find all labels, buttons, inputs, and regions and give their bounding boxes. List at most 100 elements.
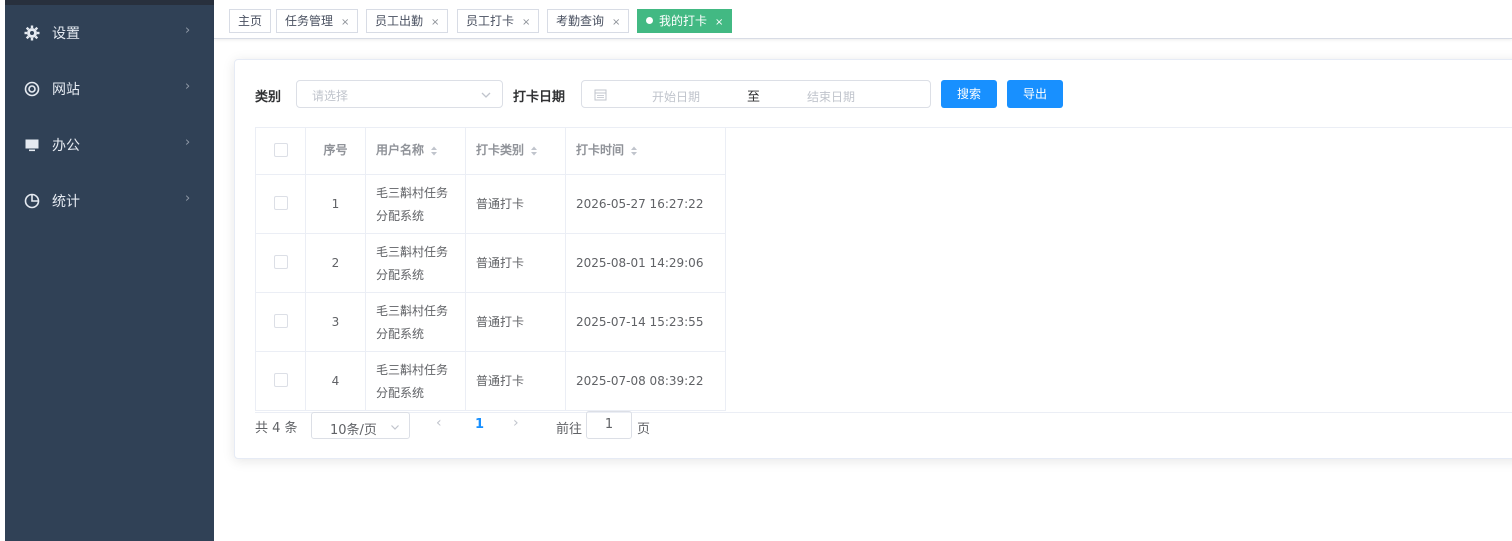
row-index: 3	[306, 293, 366, 352]
row-checkin-time: 2026-05-27 16:27:22	[566, 175, 726, 234]
chevron-right-icon: ›	[185, 135, 191, 150]
end-date-input[interactable]: 结束日期	[807, 88, 855, 105]
sidebar-item-label: 设置	[52, 26, 80, 42]
username-line: 分配系统	[376, 268, 425, 282]
sidebar-item-label: 网站	[52, 82, 80, 98]
active-dot-icon	[646, 17, 653, 24]
row-username: 毛三斠村任务 分配系统	[366, 352, 466, 411]
next-page-button[interactable]: ›	[513, 415, 519, 431]
chevron-down-icon	[480, 89, 492, 104]
table-row	[255, 293, 306, 352]
row-checkin-time: 2025-07-14 15:23:55	[566, 293, 726, 352]
pagination-total: 共 4 条	[255, 421, 298, 436]
chevron-right-icon: ›	[185, 23, 191, 38]
username-line: 分配系统	[376, 209, 425, 223]
username-line: 分配系统	[376, 386, 425, 400]
header-username-label: 用户名称	[376, 143, 425, 157]
tab-task-management[interactable]: 任务管理 ×	[276, 9, 359, 33]
search-button[interactable]: 搜索	[941, 80, 997, 108]
row-checkbox[interactable]	[274, 255, 288, 269]
header-checkin-type-label: 打卡类别	[476, 143, 525, 157]
header-checkin-time-label: 打卡时间	[576, 143, 625, 157]
sort-icon	[531, 146, 538, 155]
goto-page-input[interactable]: 1	[586, 411, 632, 439]
username-line: 毛三斠村任务	[376, 186, 449, 200]
row-index: 1	[306, 175, 366, 234]
sidebar-item-label: 统计	[52, 194, 80, 210]
header-select-all-cell	[255, 127, 306, 175]
goto-suffix: 页	[637, 422, 651, 437]
monitor-icon	[23, 136, 41, 154]
close-icon[interactable]: ×	[431, 17, 439, 28]
header-checkin-type[interactable]: 打卡类别	[466, 127, 566, 175]
row-checkin-time: 2025-08-01 14:29:06	[566, 234, 726, 293]
checkin-date-label: 打卡日期	[513, 90, 566, 105]
row-username: 毛三斠村任务 分配系统	[366, 175, 466, 234]
row-checkbox[interactable]	[274, 196, 288, 210]
table-row	[255, 234, 306, 293]
page-number-current[interactable]: 1	[475, 417, 484, 432]
select-all-checkbox[interactable]	[274, 143, 288, 157]
sidebar-item-statistics[interactable]: 统计 ›	[5, 173, 214, 229]
row-index: 4	[306, 352, 366, 411]
row-checkin-type: 普通打卡	[466, 352, 566, 411]
tab-label: 主页	[238, 14, 263, 28]
row-username: 毛三斠村任务 分配系统	[366, 293, 466, 352]
close-icon[interactable]: ×	[522, 17, 530, 28]
category-select[interactable]: 请选择	[296, 80, 503, 108]
tab-label: 员工打卡	[466, 14, 515, 28]
category-placeholder: 请选择	[312, 89, 349, 103]
sidebar-item-settings[interactable]: 设置 ›	[5, 5, 214, 61]
sort-icon	[431, 146, 438, 155]
row-checkin-time: 2025-07-08 08:39:22	[566, 352, 726, 411]
gear-icon	[23, 24, 41, 42]
row-checkin-type: 普通打卡	[466, 293, 566, 352]
pie-chart-icon	[23, 192, 41, 210]
tab-employee-attendance[interactable]: 员工出勤 ×	[366, 9, 449, 33]
page-size-select[interactable]: 10条/页	[311, 412, 410, 439]
username-line: 毛三斠村任务	[376, 304, 449, 318]
tab-employee-checkin[interactable]: 员工打卡 ×	[457, 9, 540, 33]
sidebar-item-website[interactable]: 网站 ›	[5, 61, 214, 117]
table-row	[255, 352, 306, 411]
sidebar-item-office[interactable]: 办公 ›	[5, 117, 214, 173]
row-index: 2	[306, 234, 366, 293]
header-username[interactable]: 用户名称	[366, 127, 466, 175]
sort-icon	[631, 146, 638, 155]
sidebar-item-label: 办公	[52, 138, 80, 154]
range-separator: 至	[747, 90, 761, 105]
username-line: 毛三斠村任务	[376, 245, 449, 259]
tab-home[interactable]: 主页	[229, 9, 272, 33]
chevron-down-icon	[390, 421, 400, 435]
tab-attendance-query[interactable]: 考勤查询 ×	[547, 9, 630, 33]
tab-label: 考勤查询	[556, 14, 605, 28]
row-checkin-type: 普通打卡	[466, 175, 566, 234]
goto-label: 前往	[556, 422, 583, 437]
header-index: 序号	[306, 127, 366, 175]
row-checkin-type: 普通打卡	[466, 234, 566, 293]
export-button[interactable]: 导出	[1007, 80, 1063, 108]
close-icon[interactable]: ×	[612, 17, 620, 28]
close-icon[interactable]: ×	[341, 17, 349, 28]
row-username: 毛三斠村任务 分配系统	[366, 234, 466, 293]
category-label: 类别	[255, 90, 282, 105]
row-checkbox[interactable]	[274, 373, 288, 387]
tab-my-checkin[interactable]: 我的打卡 ×	[637, 9, 733, 33]
tab-label: 我的打卡	[659, 14, 708, 28]
row-checkbox[interactable]	[274, 314, 288, 328]
chevron-right-icon: ›	[185, 79, 191, 94]
close-icon[interactable]: ×	[715, 17, 723, 28]
username-line: 分配系统	[376, 327, 425, 341]
tab-label: 任务管理	[285, 14, 334, 28]
table-row	[255, 175, 306, 234]
date-range-picker[interactable]: 开始日期 至 结束日期	[581, 80, 931, 108]
calendar-icon	[594, 88, 607, 104]
prev-page-button[interactable]: ‹	[436, 415, 442, 431]
username-line: 毛三斠村任务	[376, 363, 449, 377]
sidebar: 设置 › 网站 › 办公 › 统计 ›	[5, 0, 214, 541]
start-date-input[interactable]: 开始日期	[652, 88, 700, 105]
chevron-right-icon: ›	[185, 191, 191, 206]
lifebuoy-icon	[23, 80, 41, 98]
tab-label: 员工出勤	[375, 14, 424, 28]
header-checkin-time[interactable]: 打卡时间	[566, 127, 726, 175]
